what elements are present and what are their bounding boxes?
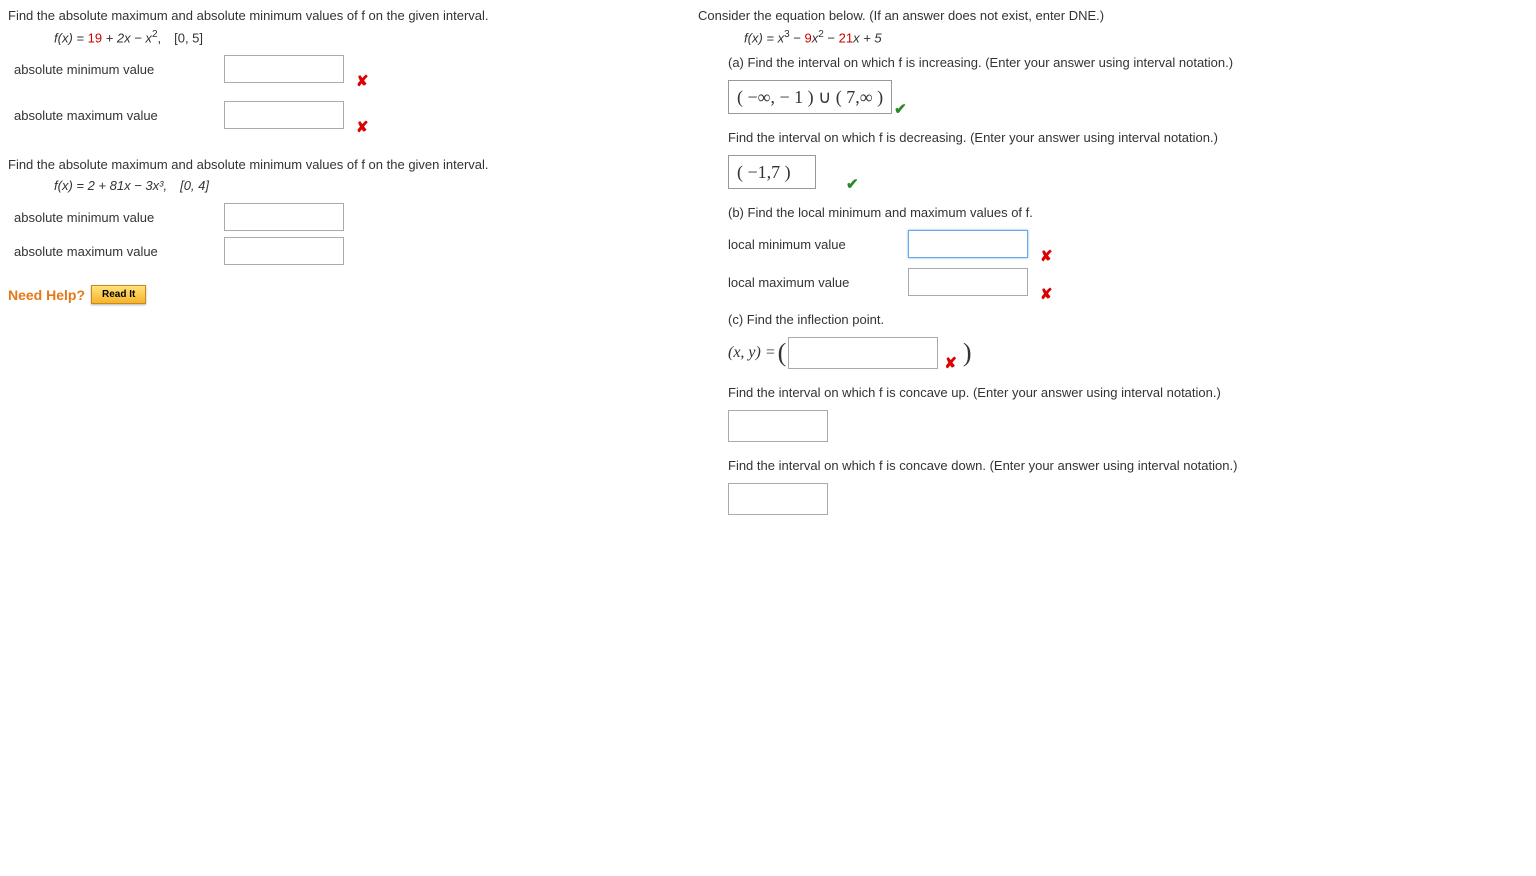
need-help-label: Need Help? [8,287,85,303]
b-max-row: local maximum value ✘ [728,268,1498,296]
correct-icon: ✔ [846,175,859,193]
right-equation: f(x) = x3 − 9x2 − 21x + 5 [698,29,1498,45]
problem-1-prompt: Find the absolute maximum and absolute m… [8,8,678,23]
p2-min-row: absolute minimum value [8,203,678,231]
problem-2: Find the absolute maximum and absolute m… [8,157,678,304]
p1-max-row: absolute maximum value ✘ [8,101,678,129]
help-bar: Need Help? Read It [8,285,678,304]
b-min-row: local minimum value ✘ [728,230,1498,258]
problem-1-equation: f(x) = 19 + 2x − x2, [0, 5] [8,29,678,45]
b-min-input[interactable] [908,230,1028,258]
part-a2-answer-row: ( −1,7 ) ✔ [728,155,1498,189]
part-a-answer-row: ( −∞, − 1 ) ∪ ( 7,∞ ) ✔ [728,80,1498,114]
b-min-label: local minimum value [728,237,898,252]
c2-input[interactable] [728,410,828,442]
c3-input[interactable] [728,483,828,515]
consider-prompt: Consider the equation below. (If an answ… [698,8,1498,23]
page-columns: Find the absolute maximum and absolute m… [8,8,1528,523]
problem-2-prompt: Find the absolute maximum and absolute m… [8,157,678,172]
part-c3-prompt: Find the interval on which f is concave … [728,458,1498,473]
b-max-label: local maximum value [728,275,898,290]
part-c2-prompt: Find the interval on which f is concave … [728,385,1498,400]
left-column: Find the absolute maximum and absolute m… [8,8,678,523]
read-it-button[interactable]: Read It [91,285,146,304]
xy-label: (x, y) = [728,344,776,362]
b-max-input[interactable] [908,268,1028,296]
problem-2-equation: f(x) = 2 + 81x − 3x³, [0, 4] [8,178,678,193]
right-body: (a) Find the interval on which f is incr… [698,55,1498,515]
part-c-prompt: (c) Find the inflection point. [728,312,1498,327]
problem-1: Find the absolute maximum and absolute m… [8,8,678,129]
p2-min-label: absolute minimum value [8,210,214,225]
c-xy-input[interactable] [788,337,938,369]
right-column: Consider the equation below. (If an answ… [698,8,1498,523]
incorrect-icon: ✘ [944,354,957,372]
incorrect-icon: ✘ [356,72,369,90]
c2-answer-row [728,410,1498,442]
incorrect-icon: ✘ [356,118,369,136]
open-paren: ( [778,340,787,366]
p2-max-row: absolute maximum value [8,237,678,265]
p1-max-input[interactable] [224,101,344,129]
incorrect-icon: ✘ [1040,247,1053,265]
p1-min-label: absolute minimum value [8,62,214,77]
p2-max-input[interactable] [224,237,344,265]
part-a-answer[interactable]: ( −∞, − 1 ) ∪ ( 7,∞ ) [728,80,892,114]
p1-min-input[interactable] [224,55,344,83]
c-xy-row: (x, y) = ( ✘ ) [728,337,1498,369]
correct-icon: ✔ [894,100,907,118]
p1-min-row: absolute minimum value ✘ [8,55,678,83]
part-a2-answer[interactable]: ( −1,7 ) [728,155,816,189]
p1-max-label: absolute maximum value [8,108,214,123]
close-paren: ) [963,340,972,366]
incorrect-icon: ✘ [1040,285,1053,303]
part-b-prompt: (b) Find the local minimum and maximum v… [728,205,1498,220]
p2-min-input[interactable] [224,203,344,231]
p2-max-label: absolute maximum value [8,244,214,259]
part-a2-prompt: Find the interval on which f is decreasi… [728,130,1498,145]
c3-answer-row [728,483,1498,515]
part-a-prompt: (a) Find the interval on which f is incr… [728,55,1498,70]
